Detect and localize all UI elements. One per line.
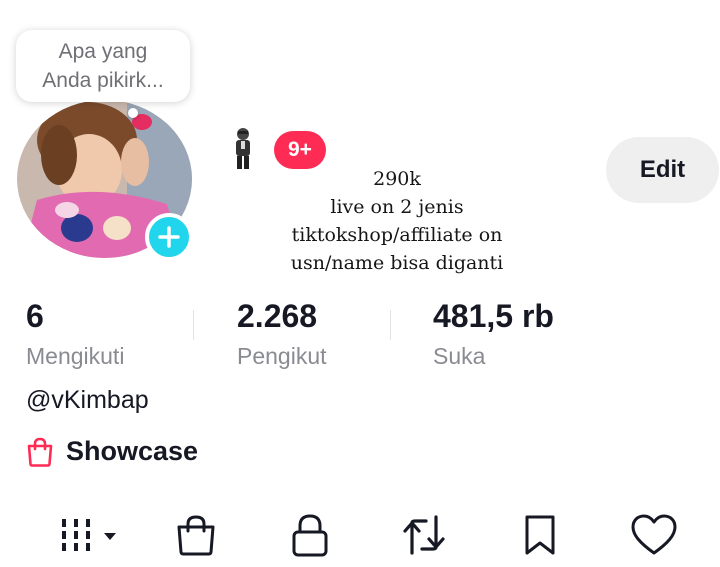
stat-label: Suka (433, 343, 486, 369)
stat-value: 2.268 (237, 298, 318, 334)
repost-icon (403, 515, 445, 555)
caption-line: live on 2 jenis (330, 196, 464, 218)
tab-liked[interactable] (630, 513, 678, 562)
stat-label: Mengikuti (26, 343, 125, 369)
profile-caption: 290k live on 2 jenis tiktokshop/affiliat… (262, 165, 532, 277)
note-bubble-text: Apa yang Anda pikirk... (42, 40, 164, 92)
heart-icon (631, 514, 677, 555)
plus-icon (158, 226, 180, 248)
lock-icon (292, 514, 328, 557)
stat-followers[interactable]: 2.268 Pengikut (237, 296, 327, 372)
caption-line: tiktokshop/affiliate on (291, 224, 503, 246)
person-emoji-icon (232, 127, 254, 176)
shop-bag-icon (177, 515, 215, 556)
tab-reposts[interactable] (402, 513, 446, 562)
note-bubble-tail (128, 108, 138, 118)
tab-saved[interactable] (518, 513, 562, 562)
notification-badge[interactable]: 9+ (274, 131, 326, 169)
stat-value: 481,5 rb (433, 298, 554, 334)
showcase-link[interactable]: Showcase (26, 436, 198, 467)
shopping-bag-icon (27, 437, 53, 467)
add-story-button[interactable] (145, 213, 193, 261)
stat-following[interactable]: 6 Mengikuti (26, 296, 124, 372)
stat-label: Pengikut (237, 343, 327, 369)
profile-tab-bar (0, 507, 720, 567)
tab-shop[interactable] (174, 513, 218, 562)
videos-grid-icon (62, 519, 116, 551)
showcase-label: Showcase (66, 436, 199, 466)
stat-divider (390, 310, 391, 340)
tab-videos[interactable] (60, 513, 124, 562)
stat-divider (193, 310, 194, 340)
stat-likes[interactable]: 481,5 rb Suka (433, 296, 554, 372)
bookmark-icon (525, 515, 555, 555)
caption-line: 290k (373, 168, 421, 190)
caption-line: usn/name bisa diganti (290, 252, 504, 274)
username: @vKimbap (26, 386, 149, 414)
tab-private[interactable] (288, 513, 332, 562)
note-bubble[interactable]: Apa yang Anda pikirk... (16, 30, 190, 102)
edit-profile-button[interactable]: Edit (606, 137, 719, 203)
stat-value: 6 (26, 298, 44, 334)
